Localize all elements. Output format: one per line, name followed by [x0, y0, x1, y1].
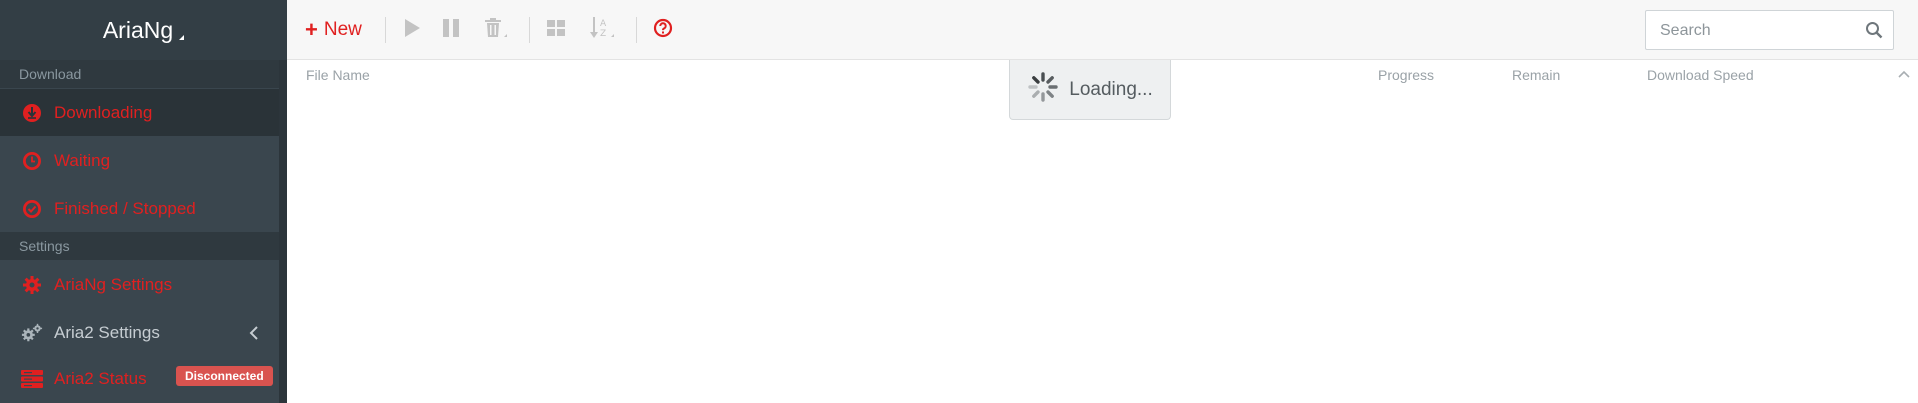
search-input[interactable] [1646, 11, 1872, 51]
sidebar-item-downloading[interactable]: Downloading [0, 89, 279, 136]
plus-icon: + [305, 17, 318, 42]
scroll-up-icon[interactable] [1897, 66, 1911, 84]
svg-text:Z: Z [600, 29, 606, 39]
download-circle-icon [21, 102, 43, 124]
svg-text:A: A [600, 19, 607, 29]
new-task-button[interactable]: + New [305, 18, 362, 42]
sidebar-item-aria2-settings[interactable]: Aria2 Settings [0, 309, 279, 356]
sidebar-item-label: AriaNg Settings [54, 274, 173, 294]
search-icon[interactable] [1865, 21, 1883, 44]
new-task-label: New [323, 19, 362, 40]
server-icon [21, 368, 43, 390]
section-header-download: Download [0, 60, 279, 88]
brand-name: AriaNg [102, 16, 174, 43]
loading-indicator: Loading... [1009, 60, 1171, 120]
pause-button[interactable] [442, 18, 460, 42]
sort-alpha-icon: AZ [589, 16, 617, 45]
sidebar: AriaNg Download Downloading Waiting Fini… [0, 0, 287, 403]
delete-button[interactable] [484, 17, 510, 44]
gear-icon [21, 274, 43, 296]
brand-caret-icon [179, 34, 185, 40]
sidebar-item-label: Finished / Stopped [54, 198, 196, 218]
help-button[interactable] [653, 18, 673, 42]
pause-icon [442, 18, 460, 43]
check-circle-icon [21, 198, 43, 220]
sidebar-item-label: Aria2 Settings [54, 322, 160, 342]
sidebar-item-finished-stopped[interactable]: Finished / Stopped [0, 185, 279, 232]
gears-icon [21, 322, 43, 344]
sidebar-item-waiting[interactable]: Waiting [0, 137, 279, 184]
connection-status-badge: Disconnected [176, 366, 273, 386]
sidebar-item-label: Waiting [54, 150, 111, 170]
trash-icon [484, 17, 510, 44]
sort-button[interactable]: AZ [589, 16, 617, 45]
start-button[interactable] [403, 18, 421, 42]
column-download-speed[interactable]: Download Speed [1647, 67, 1754, 83]
question-circle-icon [653, 18, 673, 43]
toolbar-divider [385, 17, 386, 43]
grid-icon [546, 18, 566, 43]
sidebar-item-ariang-settings[interactable]: AriaNg Settings [0, 261, 279, 308]
toolbar-divider [529, 17, 530, 43]
column-remain[interactable]: Remain [1512, 67, 1560, 83]
section-header-settings: Settings [0, 232, 279, 260]
select-all-button[interactable] [546, 18, 566, 42]
spinner-icon [1027, 71, 1059, 108]
column-file-name[interactable]: File Name [306, 67, 370, 83]
loading-text: Loading... [1069, 78, 1153, 100]
sidebar-scrollbar[interactable] [279, 60, 287, 403]
play-icon [403, 18, 421, 43]
brand-logo[interactable]: AriaNg [0, 0, 287, 60]
column-progress[interactable]: Progress [1378, 67, 1434, 83]
toolbar: + New AZ [287, 0, 1918, 60]
clock-icon [21, 150, 43, 172]
sidebar-item-label: Aria2 Status [54, 368, 147, 388]
sidebar-item-label: Downloading [54, 102, 153, 122]
chevron-left-icon[interactable] [249, 325, 259, 345]
toolbar-divider [636, 17, 637, 43]
search-box [1645, 10, 1894, 51]
